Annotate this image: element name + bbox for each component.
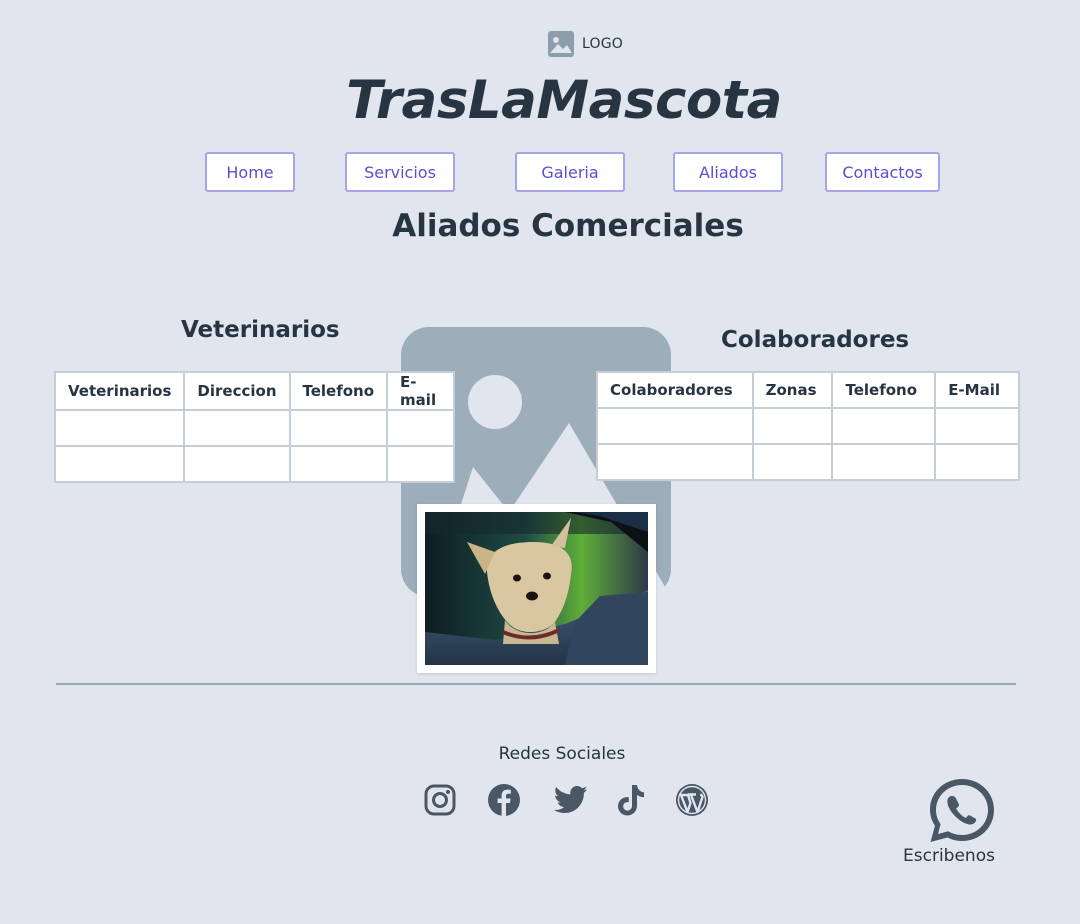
- site-title: TrasLaMascota: [346, 70, 782, 131]
- table-cell: [288, 445, 389, 483]
- whatsapp-label: Escribenos: [903, 846, 995, 866]
- wordpress-icon[interactable]: [674, 782, 710, 818]
- colaboradores-title: Colaboradores: [721, 327, 910, 353]
- table-header-row: Veterinarios Direccion Telefono E-mail: [53, 371, 455, 411]
- divider: [56, 683, 1016, 685]
- table-cell: [53, 409, 186, 447]
- table-cell: [183, 409, 291, 447]
- table-cell: [831, 407, 937, 445]
- nav-aliados[interactable]: Aliados: [673, 152, 783, 192]
- twitter-icon[interactable]: [553, 782, 589, 818]
- social-label: Redes Sociales: [498, 744, 626, 764]
- column-header: Zonas: [751, 371, 834, 409]
- table-cell: [934, 443, 1020, 481]
- instagram-icon[interactable]: [422, 782, 458, 818]
- column-header: Telefono: [831, 371, 937, 409]
- nav-galeria[interactable]: Galeria: [515, 152, 625, 192]
- table-row: [596, 443, 1020, 481]
- tiktok-icon[interactable]: [613, 782, 649, 818]
- table-cell: [386, 445, 455, 483]
- whatsapp-icon[interactable]: [926, 776, 998, 850]
- logo[interactable]: LOGO: [548, 31, 623, 57]
- table-cell: [934, 407, 1020, 445]
- table-cell: [386, 409, 455, 447]
- colaboradores-table: Colaboradores Zonas Telefono E-Mail: [596, 371, 1020, 481]
- column-header: Direccion: [183, 371, 291, 411]
- table-row: [596, 407, 1020, 445]
- photo-frame: [417, 504, 656, 673]
- table-cell: [596, 407, 754, 445]
- column-header: E-Mail: [934, 371, 1020, 409]
- column-header: Colaboradores: [596, 371, 754, 409]
- facebook-icon[interactable]: [486, 782, 522, 818]
- page-title: Aliados Comerciales: [392, 208, 744, 244]
- veterinarios-title: Veterinarios: [181, 317, 340, 343]
- dog-in-car-photo: [425, 512, 648, 665]
- table-cell: [596, 443, 754, 481]
- table-cell: [831, 443, 937, 481]
- nav-servicios[interactable]: Servicios: [345, 152, 455, 192]
- table-cell: [288, 409, 389, 447]
- image-placeholder-icon: [548, 31, 574, 57]
- column-header: Telefono: [288, 371, 389, 411]
- table-cell: [183, 445, 291, 483]
- logo-text: LOGO: [582, 36, 623, 52]
- table-cell: [751, 443, 834, 481]
- column-header: Veterinarios: [53, 371, 186, 411]
- nav-home[interactable]: Home: [205, 152, 295, 192]
- veterinarios-table: Veterinarios Direccion Telefono E-mail: [53, 371, 455, 483]
- column-header: E-mail: [386, 371, 455, 411]
- table-cell: [751, 407, 834, 445]
- table-cell: [53, 445, 186, 483]
- table-header-row: Colaboradores Zonas Telefono E-Mail: [596, 371, 1020, 409]
- table-row: [53, 445, 455, 483]
- nav-contactos[interactable]: Contactos: [825, 152, 940, 192]
- table-row: [53, 409, 455, 447]
